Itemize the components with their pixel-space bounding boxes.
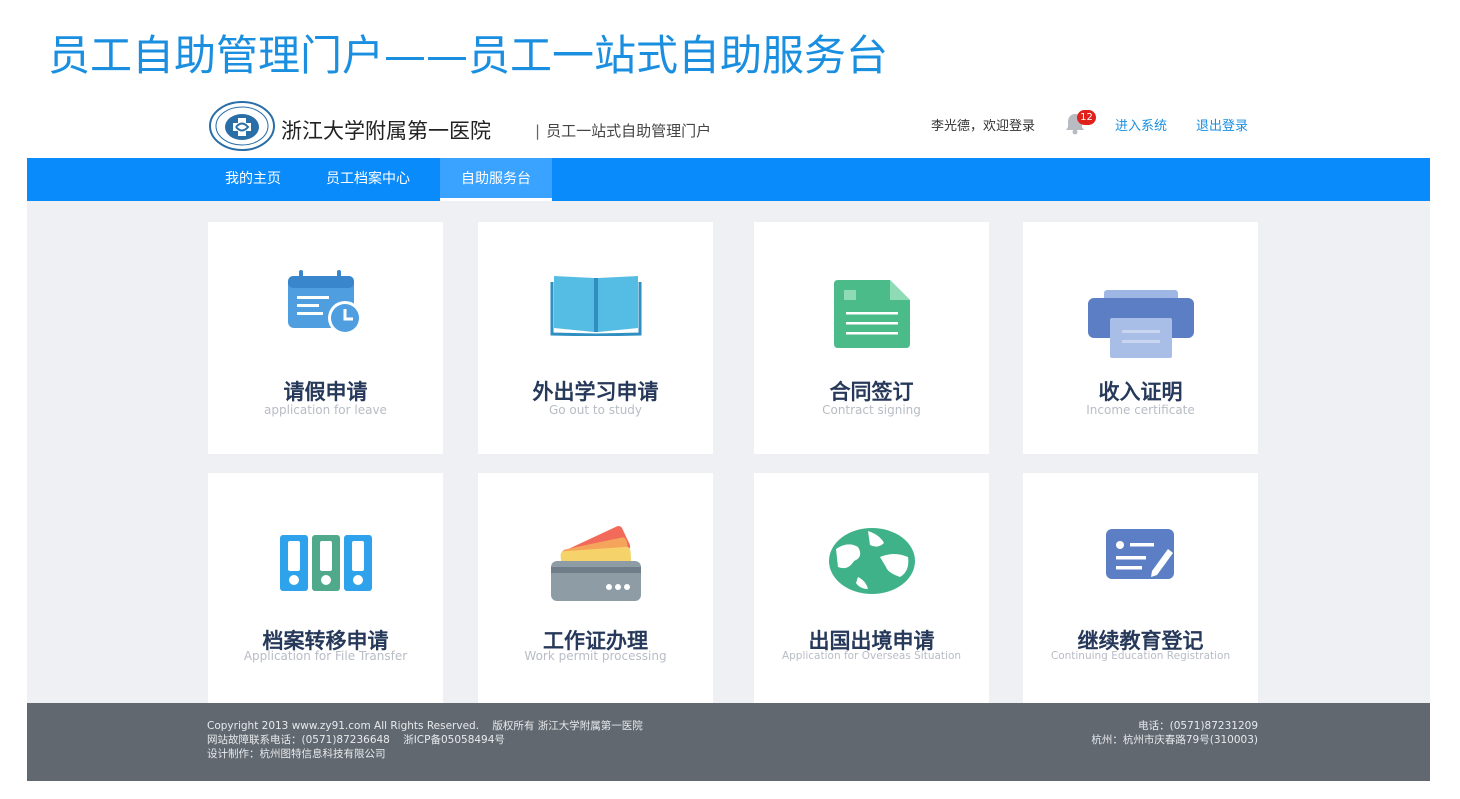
footer-support-phone: 网站故障联系电话：(0571)87236648 浙ICP备05058494号 (207, 734, 505, 746)
hospital-logo-icon[interactable] (208, 100, 276, 152)
enter-system-link[interactable]: 进入系统 (1115, 115, 1167, 134)
notification-badge[interactable]: 12 (1077, 110, 1096, 125)
footer-left: Copyright 2013 www.zy91.com All Rights R… (207, 719, 643, 761)
card-subtitle: Income certificate (1086, 403, 1195, 417)
globe-icon (828, 528, 915, 594)
card-file-transfer[interactable]: 档案转移申请 Application for File Transfer (208, 473, 443, 703)
card-study-out[interactable]: 外出学习申请 Go out to study (478, 222, 713, 454)
footer-phone: 电话：(0571)87231209 (1138, 720, 1258, 732)
card-continuing-education[interactable]: 继续教育登记 Continuing Education Registration (1023, 473, 1258, 703)
card-contract-signing[interactable]: 合同签订 Contract signing (754, 222, 989, 454)
slide-title: 员工自助管理门户——员工一站式自助服务台 (48, 31, 889, 80)
nav-item-home[interactable]: 我的主页 (207, 158, 299, 201)
card-overseas[interactable]: 出国出境申请 Application for Overseas Situatio… (754, 473, 989, 703)
portal-screenshot: 浙江大学附属第一医院 | 员工一站式自助管理门户 李光德，欢迎登录 12 进入系统… (27, 88, 1430, 781)
hospital-name: 浙江大学附属第一医院 (281, 119, 491, 143)
card-subtitle: Go out to study (548, 403, 643, 417)
nav-item-self-service[interactable]: 自助服务台 (440, 158, 552, 201)
footer-right: 电话：(0571)87231209 杭州：杭州市庆春路79号(310003) (1091, 719, 1258, 747)
footer-copyright: Copyright 2013 www.zy91.com All Rights R… (207, 720, 643, 732)
edit-form-icon (1105, 529, 1174, 579)
footer-designer: 设计制作：杭州图特信息科技有限公司 (207, 748, 386, 760)
card-subtitle: application for leave (264, 403, 387, 417)
title-separator: | (535, 122, 541, 140)
portal-name-text: 员工一站式自助管理门户 (546, 122, 712, 140)
portal-name: | 员工一站式自助管理门户 (535, 120, 711, 141)
calendar-clock-icon (287, 270, 362, 335)
welcome-text: 李光德，欢迎登录 (931, 119, 1036, 134)
top-header: 浙江大学附属第一医院 | 员工一站式自助管理门户 李光德，欢迎登录 12 进入系统… (27, 88, 1430, 158)
binders-icon (279, 535, 372, 591)
card-title: 请假申请 (283, 380, 368, 404)
cards-wallet-icon (550, 526, 641, 601)
contract-document-icon (833, 280, 910, 348)
footer-address: 杭州：杭州市庆春路79号(310003) (1091, 734, 1258, 746)
card-subtitle: Work permit processing (524, 649, 667, 663)
card-subtitle: Application for Overseas Situation (781, 650, 962, 662)
logout-link[interactable]: 退出登录 (1196, 115, 1248, 134)
card-subtitle: Contract signing (822, 403, 921, 417)
card-title: 收入证明 (1098, 380, 1183, 404)
card-title: 外出学习申请 (532, 380, 659, 404)
card-leave-application[interactable]: 请假申请 application for leave (208, 222, 443, 454)
card-subtitle: Continuing Education Registration (1050, 650, 1231, 662)
open-book-icon (550, 276, 641, 336)
card-title: 合同签订 (829, 380, 914, 404)
card-subtitle: Application for File Transfer (243, 649, 408, 663)
main-nav: 我的主页 员工档案中心 自助服务台 (27, 158, 1430, 201)
card-work-permit[interactable]: 工作证办理 Work permit processing (478, 473, 713, 703)
printer-icon (1087, 290, 1194, 358)
nav-item-employee-archive[interactable]: 员工档案中心 (309, 158, 427, 201)
footer: Copyright 2013 www.zy91.com All Rights R… (27, 703, 1430, 781)
card-income-certificate[interactable]: 收入证明 Income certificate (1023, 222, 1258, 454)
